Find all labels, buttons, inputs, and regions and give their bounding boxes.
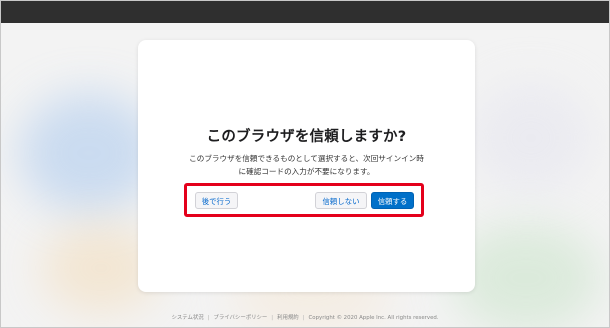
description-line: に確認コードの入力が不要になります。 xyxy=(238,167,375,176)
trust-button[interactable]: 信頼する xyxy=(371,192,414,209)
dialog-title: このブラウザを信頼しますか? xyxy=(206,129,407,145)
dialog-description: このブラウザを信頼できるものとして選択すると、次回サインイン時 に確認コードの入… xyxy=(158,152,455,178)
screenshot-frame: このブラウザを信頼しますか? このブラウザを信頼できるものとして選択すると、次回… xyxy=(0,0,610,328)
trust-browser-dialog: このブラウザを信頼しますか? このブラウザを信頼できるものとして選択すると、次回… xyxy=(138,40,475,292)
footer-link-terms[interactable]: 利用規約 xyxy=(277,315,299,321)
description-line: このブラウザを信頼できるものとして選択すると、次回サインイン時 xyxy=(189,154,424,163)
footer-separator: | xyxy=(302,315,305,321)
later-button[interactable]: 後で行う xyxy=(195,192,238,209)
footer: システム状況 | プライバシーポリシー | 利用規約 | Copyright © 2020 … xyxy=(1,313,609,321)
background-blur-decoration xyxy=(471,83,591,193)
footer-separator: | xyxy=(271,315,274,321)
dont-trust-button[interactable]: 信頼しない xyxy=(315,192,367,209)
footer-separator: | xyxy=(207,315,210,321)
footer-link-privacy-policy[interactable]: プライバシーポリシー xyxy=(213,315,267,321)
browser-top-bar xyxy=(1,1,609,23)
footer-copyright: Copyright © 2020 Apple Inc. All rights r… xyxy=(308,315,439,321)
footer-link-system-status[interactable]: システム状況 xyxy=(171,315,203,321)
